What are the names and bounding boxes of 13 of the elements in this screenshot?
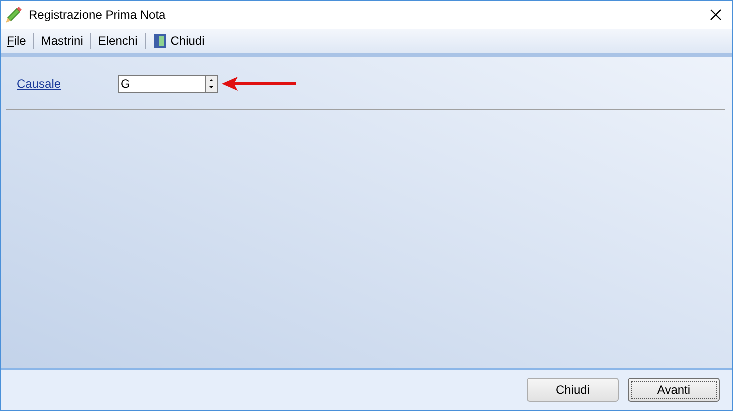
menu-item[interactable]: File [5,32,28,50]
dialog-button[interactable]: Chiudi [527,378,619,402]
menu-item[interactable]: Elenchi [96,32,140,50]
arrow-icon [222,77,296,91]
window-title: Registrazione Prima Nota [29,7,166,24]
pencil-icon [5,6,23,24]
causale-field[interactable]: G [118,75,206,93]
close-icon[interactable] [710,9,722,21]
menu-item[interactable]: Chiudi [150,32,207,50]
causale-link[interactable]: Causale [17,75,118,93]
dialog-button[interactable]: Avanti [628,378,720,402]
door-icon [152,33,167,49]
menu-item[interactable]: Mastrini [39,32,86,50]
